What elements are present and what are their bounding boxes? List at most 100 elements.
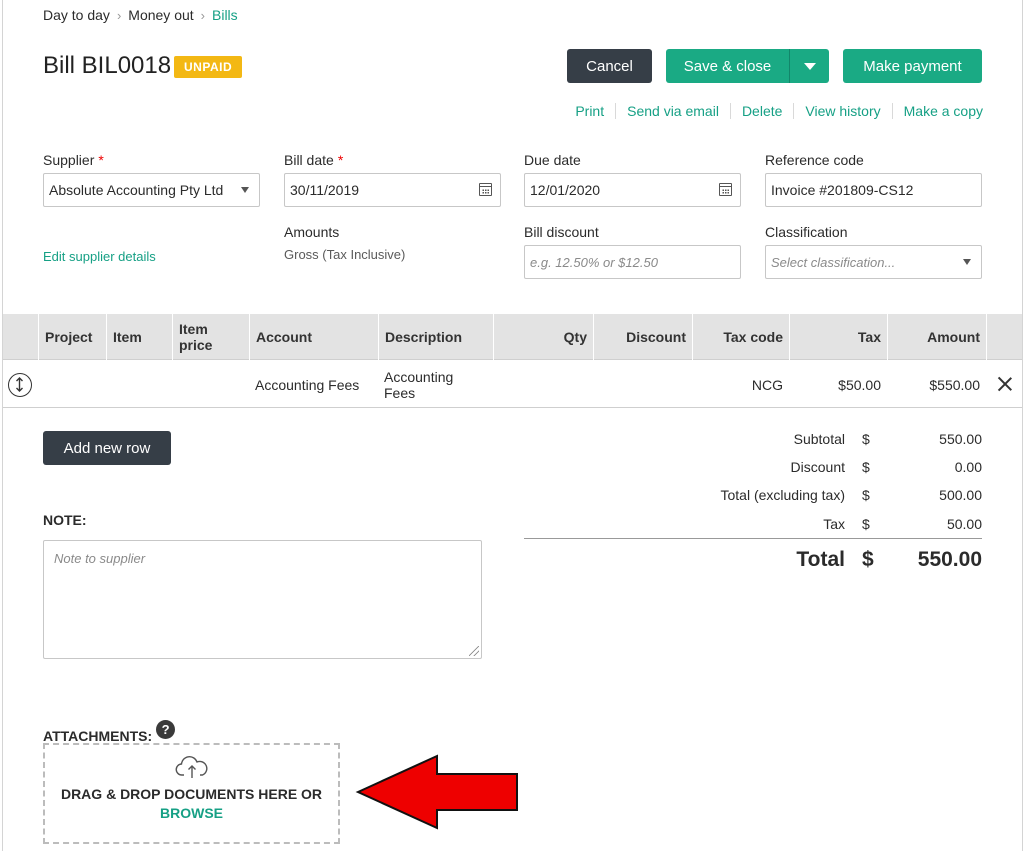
status-badge: UNPAID xyxy=(174,56,243,78)
line-items-header: Project Item Item price Account Descript… xyxy=(3,314,1022,360)
help-icon[interactable]: ? xyxy=(156,720,176,739)
required-asterisk: * xyxy=(98,152,104,168)
calendar-icon[interactable] xyxy=(719,183,732,196)
supplier-select[interactable]: Absolute Accounting Pty Ltd xyxy=(43,173,260,207)
table-row: Accounting Fees Accounting Fees NCG $50.… xyxy=(3,361,1022,408)
bill-date-value: 30/11/2019 xyxy=(290,182,360,198)
attachments-label-text: ATTACHMENTS: xyxy=(43,728,153,744)
due-date-label: Due date xyxy=(524,152,581,168)
breadcrumb-bills[interactable]: Bills xyxy=(212,7,238,23)
tax-row: Tax $ 50.00 xyxy=(600,510,982,538)
grand-total-row: Total $ 550.00 xyxy=(600,546,982,574)
due-date-value: 12/01/2020 xyxy=(530,182,601,198)
note-label: NOTE: xyxy=(43,512,87,528)
breadcrumb: Day to day › Money out › Bills xyxy=(43,7,238,23)
subtotal-row: Subtotal $ 550.00 xyxy=(600,425,982,453)
note-textarea[interactable]: Note to supplier xyxy=(43,540,482,659)
print-link[interactable]: Print xyxy=(564,103,615,119)
amounts-value: Gross (Tax Inclusive) xyxy=(284,247,406,262)
cell-description[interactable]: Accounting Fees xyxy=(378,361,493,408)
total-excl-tax-value: 500.00 xyxy=(939,487,982,503)
bill-discount-input[interactable]: e.g. 12.50% or $12.50 xyxy=(524,245,741,279)
supplier-label: Supplier * xyxy=(43,152,104,168)
reference-label: Reference code xyxy=(765,152,864,168)
total-excl-tax-label: Total (excluding tax) xyxy=(720,487,845,503)
col-amount: Amount xyxy=(887,314,986,360)
discount-value: 0.00 xyxy=(954,459,982,475)
col-actions xyxy=(986,314,1022,360)
discount-row: Discount $ 0.00 xyxy=(600,453,982,481)
bill-date-input[interactable]: 30/11/2019 xyxy=(284,173,501,207)
edit-supplier-link[interactable]: Edit supplier details xyxy=(43,249,156,264)
send-email-link[interactable]: Send via email xyxy=(615,103,730,119)
currency-symbol: $ xyxy=(862,548,874,571)
dropdown-arrow-icon xyxy=(963,259,971,265)
cell-tax-code[interactable]: NCG xyxy=(692,361,789,408)
tax-value: 50.00 xyxy=(946,516,982,532)
cell-account[interactable]: Accounting Fees xyxy=(249,361,378,408)
reorder-icon[interactable] xyxy=(8,373,32,397)
save-options-dropdown[interactable] xyxy=(789,49,829,83)
dropdown-arrow-icon xyxy=(241,187,249,193)
bill-discount-placeholder: e.g. 12.50% or $12.50 xyxy=(530,254,658,270)
remove-row-icon[interactable] xyxy=(997,376,1013,392)
total-label: Total xyxy=(796,548,845,571)
col-item-price: Item price xyxy=(172,314,249,360)
view-history-link[interactable]: View history xyxy=(793,103,891,119)
classification-placeholder: Select classification... xyxy=(771,254,896,270)
amounts-label: Amounts xyxy=(284,224,340,240)
col-discount: Discount xyxy=(593,314,692,360)
breadcrumb-money-out[interactable]: Money out xyxy=(128,7,193,23)
supplier-label-text: Supplier xyxy=(43,152,95,168)
browse-link[interactable]: BROWSE xyxy=(160,805,223,821)
currency-symbol: $ xyxy=(862,459,870,475)
make-copy-link[interactable]: Make a copy xyxy=(891,103,983,119)
bill-date-label-text: Bill date xyxy=(284,152,334,168)
currency-symbol: $ xyxy=(862,487,870,503)
bill-discount-label: Bill discount xyxy=(524,224,599,240)
currency-symbol: $ xyxy=(862,431,870,447)
col-description: Description xyxy=(378,314,493,360)
classification-label: Classification xyxy=(765,224,848,240)
col-account: Account xyxy=(249,314,378,360)
supplier-value: Absolute Accounting Pty Ltd xyxy=(49,182,224,198)
note-placeholder: Note to supplier xyxy=(54,551,146,566)
currency-symbol: $ xyxy=(862,516,870,532)
cell-tax[interactable]: $50.00 xyxy=(789,361,887,408)
due-date-input[interactable]: 12/01/2020 xyxy=(524,173,741,207)
attachment-dropzone[interactable]: DRAG & DROP DOCUMENTS HERE OR BROWSE xyxy=(43,743,340,844)
col-item: Item xyxy=(106,314,172,360)
col-project: Project xyxy=(38,314,106,360)
cancel-button[interactable]: Cancel xyxy=(567,49,652,83)
caret-down-icon xyxy=(803,62,816,70)
col-qty: Qty xyxy=(493,314,593,360)
discount-label: Discount xyxy=(790,459,845,475)
totals-divider xyxy=(524,538,982,539)
save-close-button[interactable]: Save & close xyxy=(666,49,789,83)
required-asterisk: * xyxy=(337,152,344,168)
red-arrow-annotation xyxy=(355,754,518,830)
resize-handle-icon[interactable] xyxy=(469,646,479,656)
total-value: 550.00 xyxy=(917,548,982,571)
reference-input[interactable]: Invoice #201809-CS12 xyxy=(765,173,982,207)
chevron-right-icon: › xyxy=(116,7,122,23)
col-tax: Tax xyxy=(789,314,887,360)
action-links: Print Send via email Delete View history… xyxy=(564,103,983,119)
cell-amount[interactable]: $550.00 xyxy=(887,361,986,408)
breadcrumb-day-to-day[interactable]: Day to day xyxy=(43,7,110,23)
bill-date-label: Bill date * xyxy=(284,152,343,168)
reference-value: Invoice #201809-CS12 xyxy=(771,182,914,198)
col-tax-code: Tax code xyxy=(692,314,789,360)
calendar-icon[interactable] xyxy=(479,183,492,196)
tax-label: Tax xyxy=(823,516,845,532)
classification-select[interactable]: Select classification... xyxy=(765,245,982,279)
subtotal-label: Subtotal xyxy=(793,431,845,447)
total-excl-tax-row: Total (excluding tax) $ 500.00 xyxy=(600,481,982,509)
subtotal-value: 550.00 xyxy=(939,431,982,447)
delete-link[interactable]: Delete xyxy=(729,103,793,119)
attachments-label: ATTACHMENTS: ? xyxy=(43,720,176,744)
make-payment-button[interactable]: Make payment xyxy=(843,49,982,83)
chevron-right-icon: › xyxy=(200,7,205,23)
add-new-row-button[interactable]: Add new row xyxy=(43,431,171,465)
dropzone-text: DRAG & DROP DOCUMENTS HERE OR xyxy=(60,786,323,802)
